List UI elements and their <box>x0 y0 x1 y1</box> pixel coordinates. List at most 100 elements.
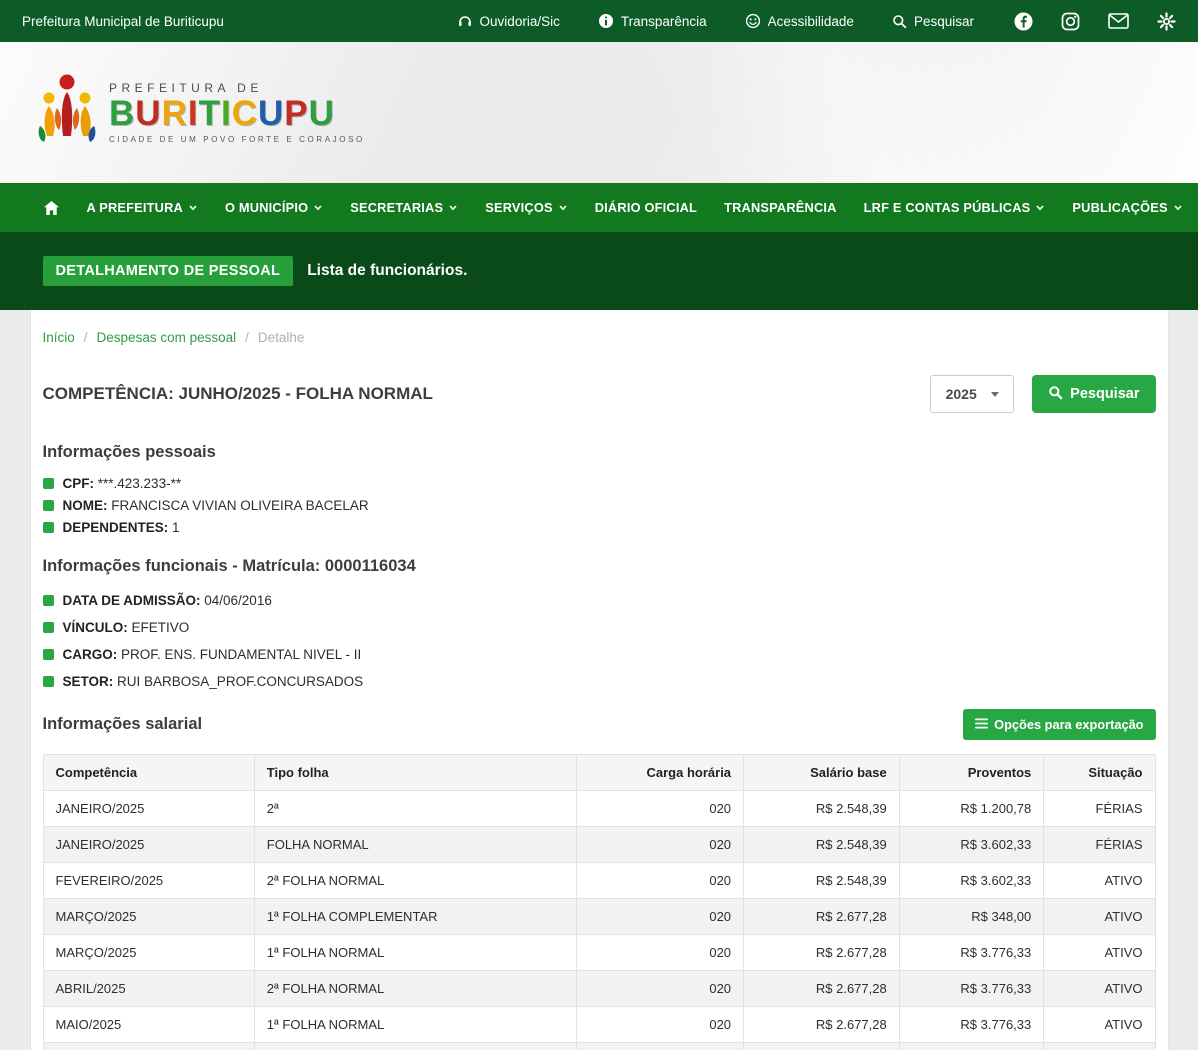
column-header: Competência <box>43 755 254 791</box>
table-cell: R$ 3.776,33 <box>899 935 1044 971</box>
instagram-icon[interactable] <box>1061 12 1080 31</box>
nav-item-lrf-e-contas-p-blicas[interactable]: LRF E CONTAS PÚBLICAS <box>864 200 1046 215</box>
topbar-search-link[interactable]: Pesquisar <box>892 14 974 29</box>
breadcrumb-despesas[interactable]: Despesas com pessoal <box>97 330 237 345</box>
topbar-links: Ouvidoria/Sic Transparência Acessibilida… <box>457 13 974 29</box>
nav-item-secretarias[interactable]: SECRETARIAS <box>350 200 458 215</box>
table-cell: ATIVO <box>1044 935 1155 971</box>
acessibilidade-link[interactable]: Acessibilidade <box>745 13 854 29</box>
logo-letter: I <box>188 94 199 133</box>
nav-item-di-rio-oficial[interactable]: DIÁRIO OFICIAL <box>595 200 697 215</box>
table-cell: ATIVO <box>1044 863 1155 899</box>
table-cell: ATIVO <box>1044 1007 1155 1043</box>
bullet-square-icon <box>43 649 54 660</box>
export-options-button[interactable]: Opções para exportação <box>963 709 1155 740</box>
list-item: DEPENDENTES: 1 <box>43 520 1156 535</box>
table-row: MARÇO/20251ª FOLHA COMPLEMENTAR020R$ 2.6… <box>43 899 1155 935</box>
table-cell: R$ 2.677,28 <box>744 1043 900 1050</box>
bullet-square-icon <box>43 622 54 633</box>
table-cell: FÉRIAS <box>1044 827 1155 863</box>
logo-line1: PREFEITURA DE <box>109 81 365 95</box>
site-name: Prefeitura Municipal de Buriticupu <box>22 14 224 29</box>
bullet-square-icon <box>43 595 54 606</box>
nav-item-transpar-ncia[interactable]: TRANSPARÊNCIA <box>724 200 837 215</box>
table-cell: 2ª <box>254 791 576 827</box>
nav-item-label: PUBLICAÇÕES <box>1072 200 1167 215</box>
column-header: Proventos <box>899 755 1044 791</box>
bullet-square-icon <box>43 500 54 511</box>
nav-item-label: LRF E CONTAS PÚBLICAS <box>864 200 1031 215</box>
table-cell: FEVEREIRO/2025 <box>43 863 254 899</box>
info-icon <box>598 13 614 29</box>
table-cell: 020 <box>577 827 744 863</box>
table-row: MAIO/20251ª FOLHA NORMAL020R$ 2.677,28R$… <box>43 1007 1155 1043</box>
sun-icon[interactable] <box>1157 12 1176 31</box>
table-cell: 020 <box>577 935 744 971</box>
page-banner: DETALHAMENTO DE PESSOAL Lista de funcion… <box>0 232 1198 310</box>
table-cell: MARÇO/2025 <box>43 935 254 971</box>
table-cell: R$ 2.677,28 <box>744 1007 900 1043</box>
logo[interactable]: PREFEITURA DE BURITICUPU CIDADE DE UM PO… <box>35 70 365 156</box>
breadcrumb-current: Detalhe <box>258 330 305 345</box>
nav-item-label: SERVIÇOS <box>485 200 553 215</box>
topbar: Prefeitura Municipal de Buriticupu Ouvid… <box>0 0 1198 42</box>
headset-icon <box>457 13 473 29</box>
year-select[interactable]: 2025 <box>930 375 1014 413</box>
table-cell: 020 <box>577 899 744 935</box>
table-cell: R$ 4.044,05 <box>899 1043 1044 1050</box>
info-value: EFETIVO <box>132 620 190 635</box>
table-row: JANEIRO/20252ª020R$ 2.548,39R$ 1.200,78F… <box>43 791 1155 827</box>
logo-letter: P <box>284 94 308 133</box>
table-cell: R$ 2.677,28 <box>744 899 900 935</box>
nav-item-label: TRANSPARÊNCIA <box>724 200 837 215</box>
table-cell: R$ 2.548,39 <box>744 791 900 827</box>
chevron-down-icon <box>1035 203 1045 212</box>
functional-info-list: DATA DE ADMISSÃO: 04/06/2016VÍNCULO: EFE… <box>43 593 1156 689</box>
nav-item-label: SECRETARIAS <box>350 200 443 215</box>
table-cell: FÉRIAS <box>1044 791 1155 827</box>
home-icon[interactable] <box>43 200 60 216</box>
salary-heading-row: Informações salarial Opções para exporta… <box>43 709 1156 740</box>
bullet-square-icon <box>43 478 54 489</box>
info-value: 1 <box>172 520 180 535</box>
personal-info-heading: Informações pessoais <box>43 443 1156 462</box>
logo-people-icon <box>35 70 99 156</box>
table-cell: ATIVO <box>1044 899 1155 935</box>
topbar-search-label: Pesquisar <box>914 14 974 29</box>
nav-item-publica-es[interactable]: PUBLICAÇÕES <box>1072 200 1182 215</box>
table-header-row: CompetênciaTipo folhaCarga horáriaSalári… <box>43 755 1155 791</box>
salary-heading: Informações salarial <box>43 715 203 734</box>
table-row: FEVEREIRO/20252ª FOLHA NORMAL020R$ 2.548… <box>43 863 1155 899</box>
social-links <box>1014 12 1176 31</box>
column-header: Situação <box>1044 755 1155 791</box>
table-row: MARÇO/20251ª FOLHA NORMAL020R$ 2.677,28R… <box>43 935 1155 971</box>
logo-letter: C <box>232 94 258 133</box>
nav-item-label: A PREFEITURA <box>87 200 183 215</box>
search-button-label: Pesquisar <box>1070 386 1139 402</box>
nav-item-o-munic-pio[interactable]: O MUNICÍPIO <box>225 200 323 215</box>
ouvidoria-link[interactable]: Ouvidoria/Sic <box>457 13 560 29</box>
email-icon[interactable] <box>1108 13 1129 29</box>
table-cell: FOLHA NORMAL <box>254 827 576 863</box>
info-label: DATA DE ADMISSÃO: <box>63 593 201 608</box>
table-cell: 020 <box>577 863 744 899</box>
acessibilidade-label: Acessibilidade <box>768 14 854 29</box>
info-label: NOME: <box>63 498 108 513</box>
nav-item-servi-os[interactable]: SERVIÇOS <box>485 200 568 215</box>
table-cell: R$ 3.602,33 <box>899 827 1044 863</box>
table-cell: 020 <box>577 971 744 1007</box>
info-value: ***.423.233-** <box>98 476 181 491</box>
table-row: JANEIRO/2025FOLHA NORMAL020R$ 2.548,39R$… <box>43 827 1155 863</box>
personal-info-list: CPF: ***.423.233-**NOME: FRANCISCA VIVIA… <box>43 476 1156 535</box>
nav-item-a-prefeitura[interactable]: A PREFEITURA <box>87 200 198 215</box>
search-button[interactable]: Pesquisar <box>1032 375 1155 413</box>
breadcrumb: Início / Despesas com pessoal / Detalhe <box>43 322 1156 347</box>
facebook-icon[interactable] <box>1014 12 1033 31</box>
transparencia-link[interactable]: Transparência <box>598 13 707 29</box>
info-label: VÍNCULO: <box>63 620 128 635</box>
logo-letter: U <box>135 94 161 133</box>
info-label: SETOR: <box>63 674 114 689</box>
breadcrumb-inicio[interactable]: Início <box>43 330 75 345</box>
table-cell: JANEIRO/2025 <box>43 827 254 863</box>
info-value: FRANCISCA VIVIAN OLIVEIRA BACELAR <box>111 498 368 513</box>
